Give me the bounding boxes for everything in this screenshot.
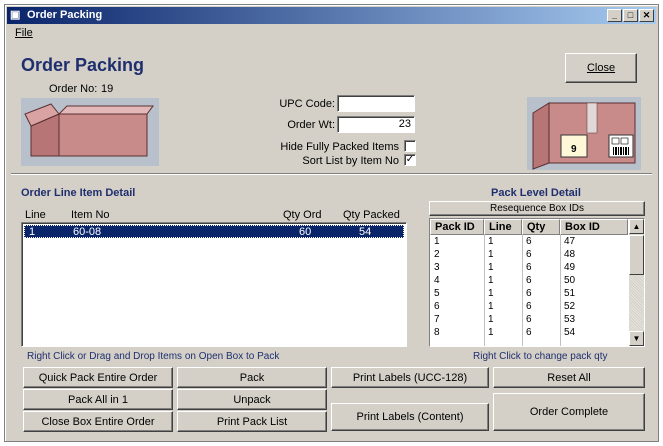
pack-level-title: Pack Level Detail	[491, 187, 581, 199]
scroll-down-icon[interactable]: ▼	[629, 331, 644, 346]
grid-cell[interactable]: 6	[430, 301, 440, 313]
minimize-button[interactable]: _	[607, 9, 622, 22]
closed-box-icon	[532, 102, 636, 170]
page-title: Order Packing	[21, 55, 145, 75]
row-qty-ord: 60	[299, 226, 312, 238]
close-box-button[interactable]: Close Box Entire Order	[23, 411, 173, 432]
col-header-qty-packed: Qty Packed	[343, 209, 400, 221]
title-bar[interactable]: ▣ Order Packing _ □ ✕	[7, 7, 656, 24]
reset-all-button[interactable]: Reset All	[493, 367, 645, 388]
scroll-thumb[interactable]	[629, 235, 644, 275]
line-items-hint: Right Click or Drag and Drop Items on Op…	[27, 351, 280, 362]
pack-level-hint: Right Click to change pack qty	[473, 351, 608, 362]
hide-packed-label: Hide Fully Packed Items	[280, 141, 399, 153]
open-box-drop-target[interactable]	[21, 98, 159, 166]
grid-cell[interactable]: 6	[522, 236, 532, 248]
app-icon: ▣	[10, 9, 21, 21]
grid-cell[interactable]: 8	[430, 327, 440, 339]
grid-cell[interactable]: 53	[560, 314, 575, 326]
grid-cell[interactable]: 50	[560, 275, 575, 287]
grid-cell[interactable]: 1	[484, 288, 494, 300]
grid-cell[interactable]: 1	[484, 301, 494, 313]
print-labels-ucc-button[interactable]: Print Labels (UCC-128)	[331, 367, 489, 388]
grid-cell[interactable]: 3	[430, 262, 440, 274]
upc-code-label: UPC Code:	[279, 98, 335, 110]
list-item[interactable]: 1 60-08 60 54	[24, 225, 404, 238]
hide-packed-checkbox[interactable]	[404, 140, 416, 152]
row-qty-packed: 54	[359, 226, 372, 238]
order-weight-input[interactable]: 23	[337, 116, 415, 133]
open-box-icon	[24, 103, 154, 157]
line-items-title: Order Line Item Detail	[21, 187, 136, 199]
closed-box-image: 9	[527, 97, 641, 170]
order-weight-label: Order Wt:	[287, 119, 335, 131]
col-header-qty-ord: Qty Ord	[283, 209, 322, 221]
grid-cell[interactable]: 6	[522, 301, 532, 313]
unpack-button[interactable]: Unpack	[177, 389, 327, 410]
print-labels-content-button[interactable]: Print Labels (Content)	[331, 403, 489, 431]
resequence-box-ids-button[interactable]: Resequence Box IDs	[429, 201, 645, 216]
grid-cell[interactable]: 47	[560, 236, 575, 248]
grid-cell[interactable]: 54	[560, 327, 575, 339]
order-complete-button[interactable]: Order Complete	[493, 393, 645, 431]
window-title: Order Packing	[27, 9, 103, 21]
pack-level-grid[interactable]: Pack ID Line Qty Box ID 1 1 6 47 2 1 6 48 3 1 6 49 4…	[429, 218, 645, 347]
order-packing-window: ▣ Order Packing _ □ ✕ File Order Packing…	[4, 4, 659, 442]
row-line: 1	[29, 226, 36, 238]
grid-cell[interactable]: 1	[484, 314, 494, 326]
maximize-button[interactable]: □	[623, 9, 638, 22]
grid-cell[interactable]: 6	[522, 275, 532, 287]
upc-code-input[interactable]	[337, 95, 415, 112]
grid-cell[interactable]: 6	[522, 314, 532, 326]
col-header-item-no: Item No	[71, 209, 110, 221]
grid-cell[interactable]: 6	[522, 327, 532, 339]
grid-cell[interactable]: 5	[430, 288, 440, 300]
grid-header-qty[interactable]: Qty	[522, 219, 560, 235]
order-no-label: Order No:	[49, 83, 98, 95]
menu-file[interactable]: File	[15, 27, 33, 39]
grid-header-line[interactable]: Line	[484, 219, 522, 235]
row-item-no: 60-08	[73, 226, 102, 238]
grid-cell[interactable]: 1	[484, 249, 494, 261]
order-no-value: 19	[101, 83, 114, 95]
grid-cell[interactable]: 7	[430, 314, 440, 326]
close-button[interactable]: Close	[565, 53, 637, 83]
pack-button[interactable]: Pack	[177, 367, 327, 388]
section-divider	[11, 173, 652, 175]
print-pack-list-button[interactable]: Print Pack List	[177, 411, 327, 432]
grid-cell[interactable]: 1	[484, 262, 494, 274]
grid-cell[interactable]: 52	[560, 301, 575, 313]
grid-cell[interactable]: 51	[560, 288, 575, 300]
sort-by-item-label: Sort List by Item No	[302, 155, 399, 167]
grid-cell[interactable]: 1	[430, 236, 440, 248]
pack-all-in-1-button[interactable]: Pack All in 1	[23, 389, 173, 410]
grid-cell[interactable]: 6	[522, 262, 532, 274]
close-window-button[interactable]: ✕	[639, 9, 654, 22]
line-items-list[interactable]: 1 60-08 60 54	[21, 222, 407, 347]
grid-header-box-id[interactable]: Box ID	[560, 219, 628, 235]
grid-cell[interactable]: 1	[484, 275, 494, 287]
grid-cell[interactable]: 2	[430, 249, 440, 261]
quick-pack-button[interactable]: Quick Pack Entire Order	[23, 367, 173, 388]
grid-scrollbar[interactable]: ▲ ▼	[629, 219, 644, 346]
grid-cell[interactable]: 49	[560, 262, 575, 274]
grid-cell[interactable]: 6	[522, 288, 532, 300]
sort-by-item-checkbox[interactable]: ✓	[404, 154, 416, 166]
grid-cell[interactable]: 6	[522, 249, 532, 261]
grid-cell[interactable]: 4	[430, 275, 440, 287]
grid-cell[interactable]: 1	[484, 236, 494, 248]
col-header-line: Line	[25, 209, 46, 221]
grid-header-pack-id[interactable]: Pack ID	[430, 219, 484, 235]
menu-bar: File	[7, 25, 656, 41]
grid-cell[interactable]: 48	[560, 249, 575, 261]
closed-box-number: 9	[571, 144, 577, 155]
scroll-up-icon[interactable]: ▲	[629, 219, 644, 234]
grid-cell[interactable]: 1	[484, 327, 494, 339]
